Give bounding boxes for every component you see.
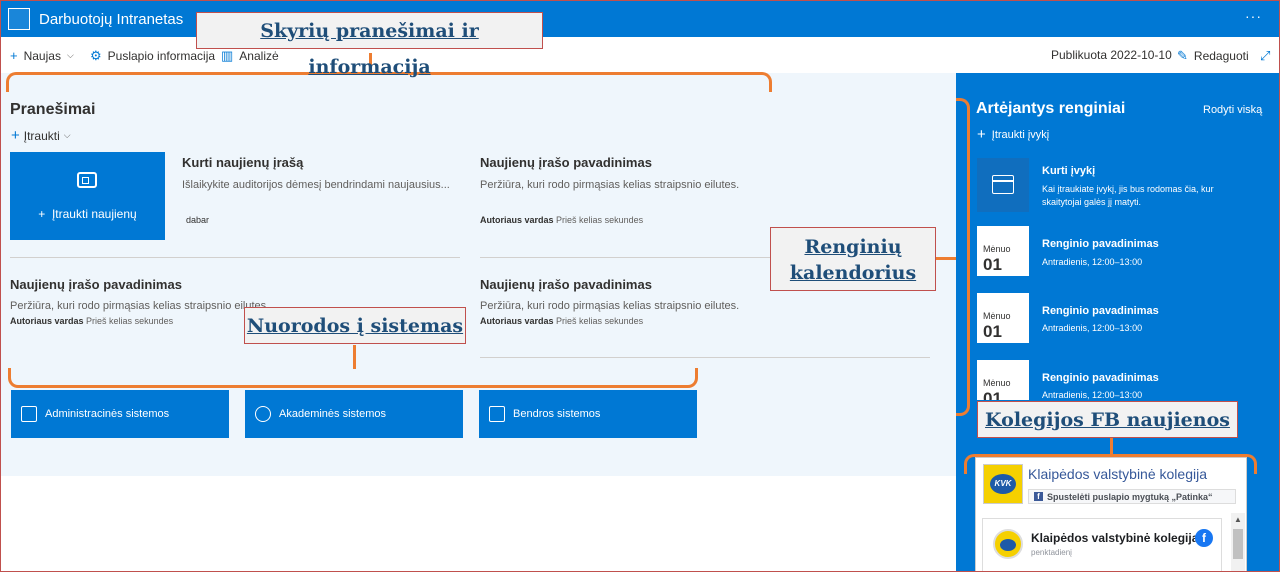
expand-icon[interactable]: ⤢ [1260, 48, 1270, 64]
event-date: Mėnuo 01 [977, 293, 1029, 343]
fb-post-date: penktadienį [1031, 548, 1072, 557]
news-section-title: Pranešimai [10, 101, 96, 118]
college-logo-text: KVK [990, 474, 1016, 494]
event-title[interactable]: Renginio pavadinimas [1042, 372, 1159, 384]
new-button[interactable]: + Naujas ⌵ [10, 48, 74, 63]
site-title[interactable]: Darbuotojų Intranetas [39, 11, 183, 28]
divider [10, 257, 460, 258]
create-event-title[interactable]: Kurti įvykį [1042, 165, 1095, 177]
annotation-brace-links [8, 368, 698, 388]
events-add-button[interactable]: + Įtraukti įvykį [977, 126, 1049, 143]
avatar[interactable] [993, 529, 1023, 559]
fb-post: Klaipėdos valstybinė kolegija penktadien… [982, 518, 1222, 571]
event-title[interactable]: Renginio pavadinimas [1042, 305, 1159, 317]
site-logo[interactable] [8, 8, 30, 30]
chevron-down-icon: ⌵ [63, 130, 71, 140]
more-icon[interactable]: ··· [1245, 8, 1262, 24]
facebook-icon[interactable]: f [1195, 529, 1213, 547]
news-item-desc: Peržiūra, kuri rodo pirmąsias kelias str… [480, 300, 740, 312]
news-item-title[interactable]: Naujienų įrašo pavadinimas [480, 277, 652, 292]
annotation-links: Nuorodos į sistemas [244, 307, 466, 344]
event-title[interactable]: Renginio pavadinimas [1042, 238, 1159, 250]
add-news-tile[interactable]: + Įtraukti naujienų [10, 152, 165, 240]
analytics-button[interactable]: ▥ Analizė [221, 48, 279, 64]
annotation-brace-tick [936, 257, 956, 260]
news-item-title[interactable]: Naujienų įrašo pavadinimas [10, 277, 182, 292]
plus-icon: + [10, 48, 18, 63]
facebook-widget: KVK Klaipėdos valstybinė kolegija f Spus… [975, 457, 1247, 572]
quicklink-admin[interactable]: Administracinės sistemos [11, 390, 229, 438]
events-see-all-link[interactable]: Rodyti viską [1203, 104, 1262, 116]
user-icon [255, 406, 271, 422]
quicklink-academic[interactable]: Akademinės sistemos [245, 390, 463, 438]
plus-icon: + [977, 126, 986, 143]
news-item-title[interactable]: Kurti naujienų įrašą [182, 155, 303, 170]
scrollbar[interactable]: ▲ [1231, 513, 1245, 571]
calendar-icon [992, 175, 1014, 194]
quicklink-common[interactable]: Bendros sistemos [479, 390, 697, 438]
event-date: Mėnuo 01 [977, 360, 1029, 400]
news-add-button[interactable]: + Įtraukti ⌵ [11, 127, 71, 144]
news-item-title[interactable]: Naujienų įrašo pavadinimas [480, 155, 652, 170]
news-item-desc: Išlaikykite auditorijos dėmesį bendrinda… [182, 179, 450, 191]
annotation-calendar: Renginių kalendorius [770, 227, 936, 291]
document-icon [21, 406, 37, 422]
edit-button[interactable]: ✎ Redaguoti [1177, 48, 1249, 64]
annotation-sections: Skyrių pranešimai ir informacija [196, 12, 543, 78]
chart-icon: ▥ [221, 48, 234, 63]
published-status: Publikuota 2022-10-10 [1051, 48, 1172, 62]
fb-post-author[interactable]: Klaipėdos valstybinė kolegija [1031, 531, 1198, 545]
scrollbar-thumb[interactable] [1233, 529, 1243, 559]
pencil-icon: ✎ [1177, 48, 1188, 63]
event-date: Mėnuo 01 [977, 226, 1029, 276]
annotation-brace-fb [964, 454, 1257, 474]
news-item-desc: Peržiūra, kuri rodo pirmąsias kelias str… [480, 179, 740, 191]
command-bar: + Naujas ⌵ ⚙ Puslapio informacija ▥ Anal… [0, 37, 1280, 73]
events-title: Artėjantys renginiai [976, 100, 1126, 117]
news-icon [77, 172, 97, 188]
divider [480, 357, 930, 358]
plus-icon: + [11, 127, 20, 144]
news-item-meta: Autoriaus vardas Prieš kelias sekundes [480, 316, 644, 326]
suite-bar: Darbuotojų Intranetas ··· [0, 0, 1280, 37]
news-item-time: dabar [186, 215, 210, 225]
news-item-meta: Autoriaus vardas Prieš kelias sekundes [10, 316, 174, 326]
event-time: Antradienis, 12:00–13:00 [1042, 257, 1143, 267]
annotation-brace-calendar [956, 98, 970, 416]
annotation-brace-tick [353, 345, 356, 369]
create-event-tile[interactable] [977, 158, 1029, 212]
chevron-down-icon: ⌵ [66, 50, 74, 60]
event-time: Antradienis, 12:00–13:00 [1042, 323, 1143, 333]
form-icon [489, 406, 505, 422]
facebook-icon: f [1034, 492, 1043, 501]
fb-like-button[interactable]: f Spustelėti puslapio mygtuką „Patinka“ [1028, 489, 1236, 504]
gear-icon: ⚙ [90, 48, 102, 63]
annotation-fb: Kolegijos FB naujienos [977, 401, 1238, 438]
annotation-brace-tick [1110, 438, 1113, 456]
create-event-desc: Kai įtraukiate įvykį, jis bus rodomas či… [1042, 184, 1214, 207]
page-info-button[interactable]: ⚙ Puslapio informacija [90, 48, 215, 64]
news-item-meta: Autoriaus vardas Prieš kelias sekundes [480, 215, 644, 225]
news-item-desc: Peržiūra, kuri rodo pirmąsias kelias str… [10, 300, 270, 312]
chevron-up-icon[interactable]: ▲ [1234, 515, 1242, 524]
